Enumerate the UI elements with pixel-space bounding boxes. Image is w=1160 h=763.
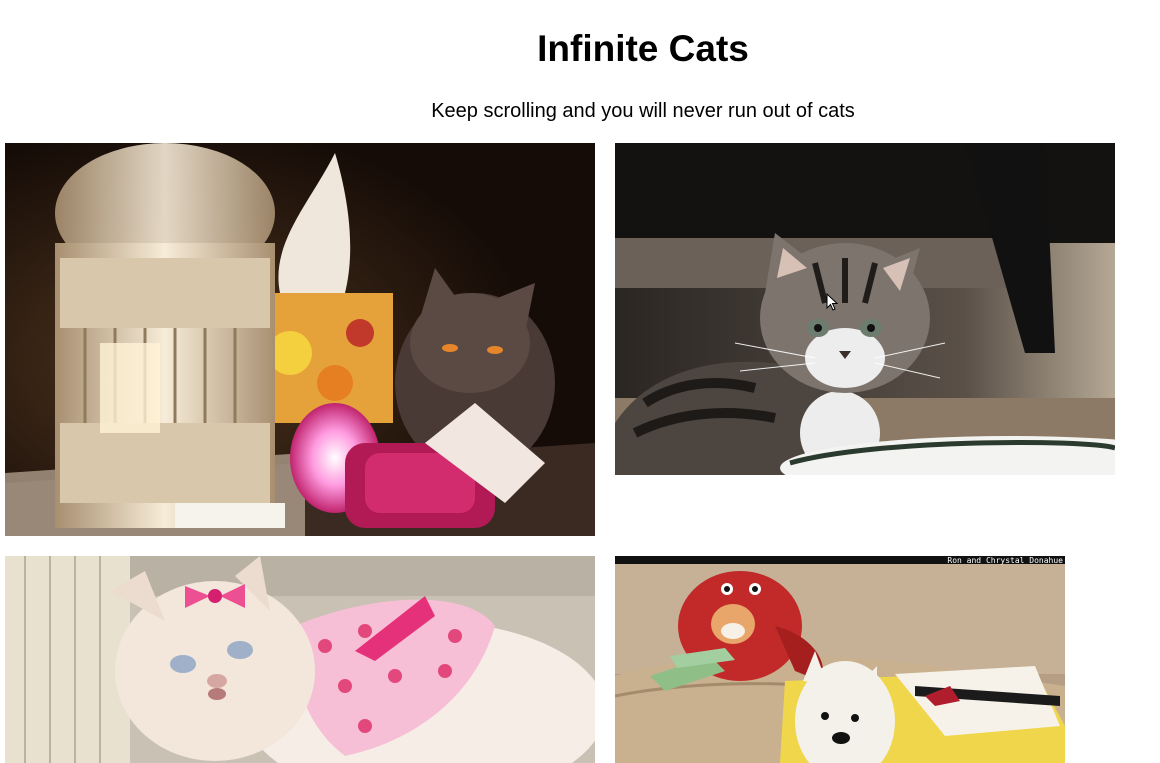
photo-watermark: Ron and Chrystal Donahue [947,556,1063,565]
page-subtitle: Keep scrolling and you will never run ou… [431,100,855,122]
tabby-kitten-image [615,143,1115,475]
mouse-pointer-icon [826,293,838,311]
persian-cat-image [5,556,595,763]
cat-photo[interactable]: Ron and Chrystal Donahue [615,556,1065,763]
cat-photo[interactable] [5,143,595,536]
page-title: Infinite Cats [537,28,749,69]
cat-photo[interactable] [615,143,1115,475]
infinite-cats-page: Infinite Cats Keep scrolling and you wil… [0,0,1160,763]
costume-cat-dog-image [615,556,1065,763]
cat-photo[interactable] [5,556,595,763]
cat-lantern-image [5,143,595,536]
